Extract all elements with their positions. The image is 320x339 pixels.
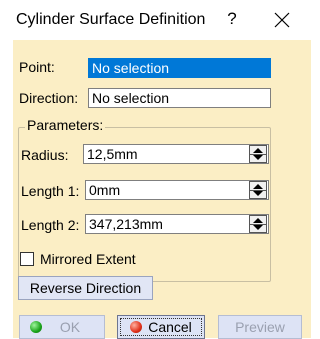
spinner-up-icon bbox=[253, 184, 263, 189]
spinner-up-icon bbox=[253, 148, 263, 153]
radius-spinner[interactable] bbox=[249, 145, 267, 163]
length1-label: Length 1: bbox=[21, 183, 80, 199]
direction-label: Direction: bbox=[19, 90, 79, 106]
length2-field[interactable]: 347,213mm bbox=[85, 214, 269, 234]
spinner-up-icon bbox=[253, 218, 263, 223]
close-button[interactable] bbox=[270, 8, 294, 32]
close-icon bbox=[274, 12, 290, 28]
length1-spinner[interactable] bbox=[249, 181, 267, 199]
mirrored-extent-checkbox[interactable] bbox=[20, 252, 34, 266]
spinner-down-icon bbox=[253, 155, 263, 160]
point-label: Point: bbox=[19, 59, 55, 75]
help-button[interactable]: ? bbox=[222, 9, 242, 29]
ok-green-icon bbox=[30, 321, 42, 333]
spinner-down-icon bbox=[253, 225, 263, 230]
cancel-button[interactable]: Cancel bbox=[117, 315, 205, 339]
cancel-label: Cancel bbox=[148, 319, 192, 335]
dialog-title: Cylinder Surface Definition bbox=[16, 11, 206, 28]
preview-button[interactable]: Preview bbox=[218, 315, 302, 339]
length2-label: Length 2: bbox=[21, 217, 80, 233]
direction-field[interactable]: No selection bbox=[88, 88, 271, 108]
dialog-body: Point: No selection Direction: No select… bbox=[13, 40, 311, 339]
spinner-down-icon bbox=[253, 191, 263, 196]
mirrored-extent-label[interactable]: Mirrored Extent bbox=[40, 251, 136, 267]
radius-field[interactable]: 12,5mm bbox=[83, 144, 269, 164]
ok-button[interactable]: OK bbox=[19, 315, 105, 339]
cancel-red-icon bbox=[130, 321, 142, 333]
radius-label: Radius: bbox=[21, 147, 69, 163]
reverse-direction-button[interactable]: Reverse Direction bbox=[18, 276, 153, 300]
title-bar: Cylinder Surface Definition ? bbox=[0, 0, 311, 40]
length2-spinner[interactable] bbox=[249, 215, 267, 233]
point-field[interactable]: No selection bbox=[88, 58, 271, 78]
length1-field[interactable]: 0mm bbox=[85, 180, 269, 200]
parameters-group-title: Parameters: bbox=[25, 117, 106, 133]
ok-label: OK bbox=[59, 319, 81, 335]
